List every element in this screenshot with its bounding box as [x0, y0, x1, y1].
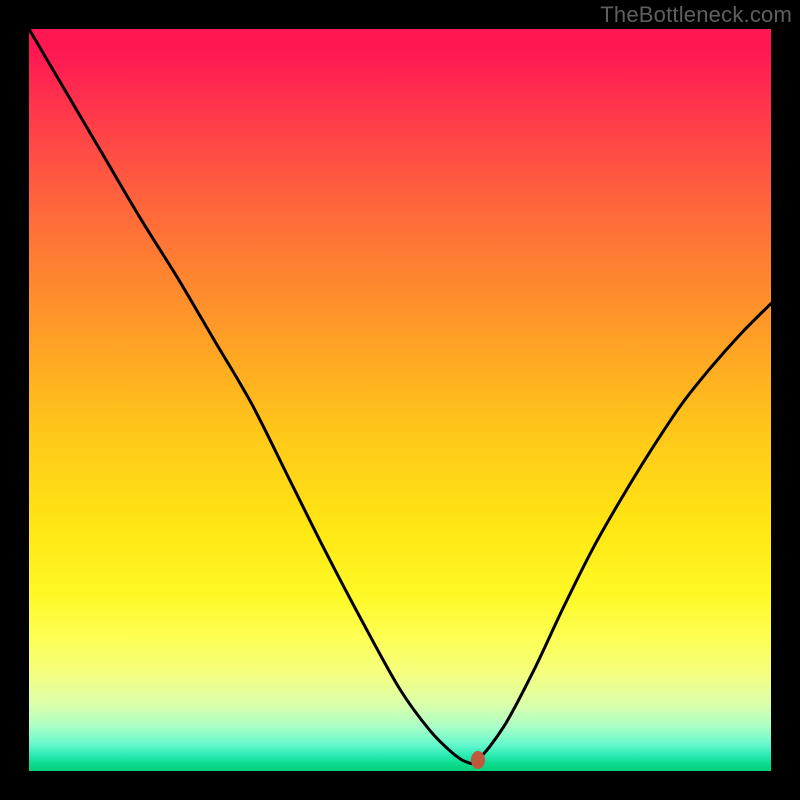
chart-frame: TheBottleneck.com	[0, 0, 800, 800]
bottleneck-curve	[29, 29, 771, 771]
minimum-marker-icon	[471, 751, 485, 769]
plot-area	[29, 29, 771, 771]
watermark-text: TheBottleneck.com	[600, 2, 792, 28]
